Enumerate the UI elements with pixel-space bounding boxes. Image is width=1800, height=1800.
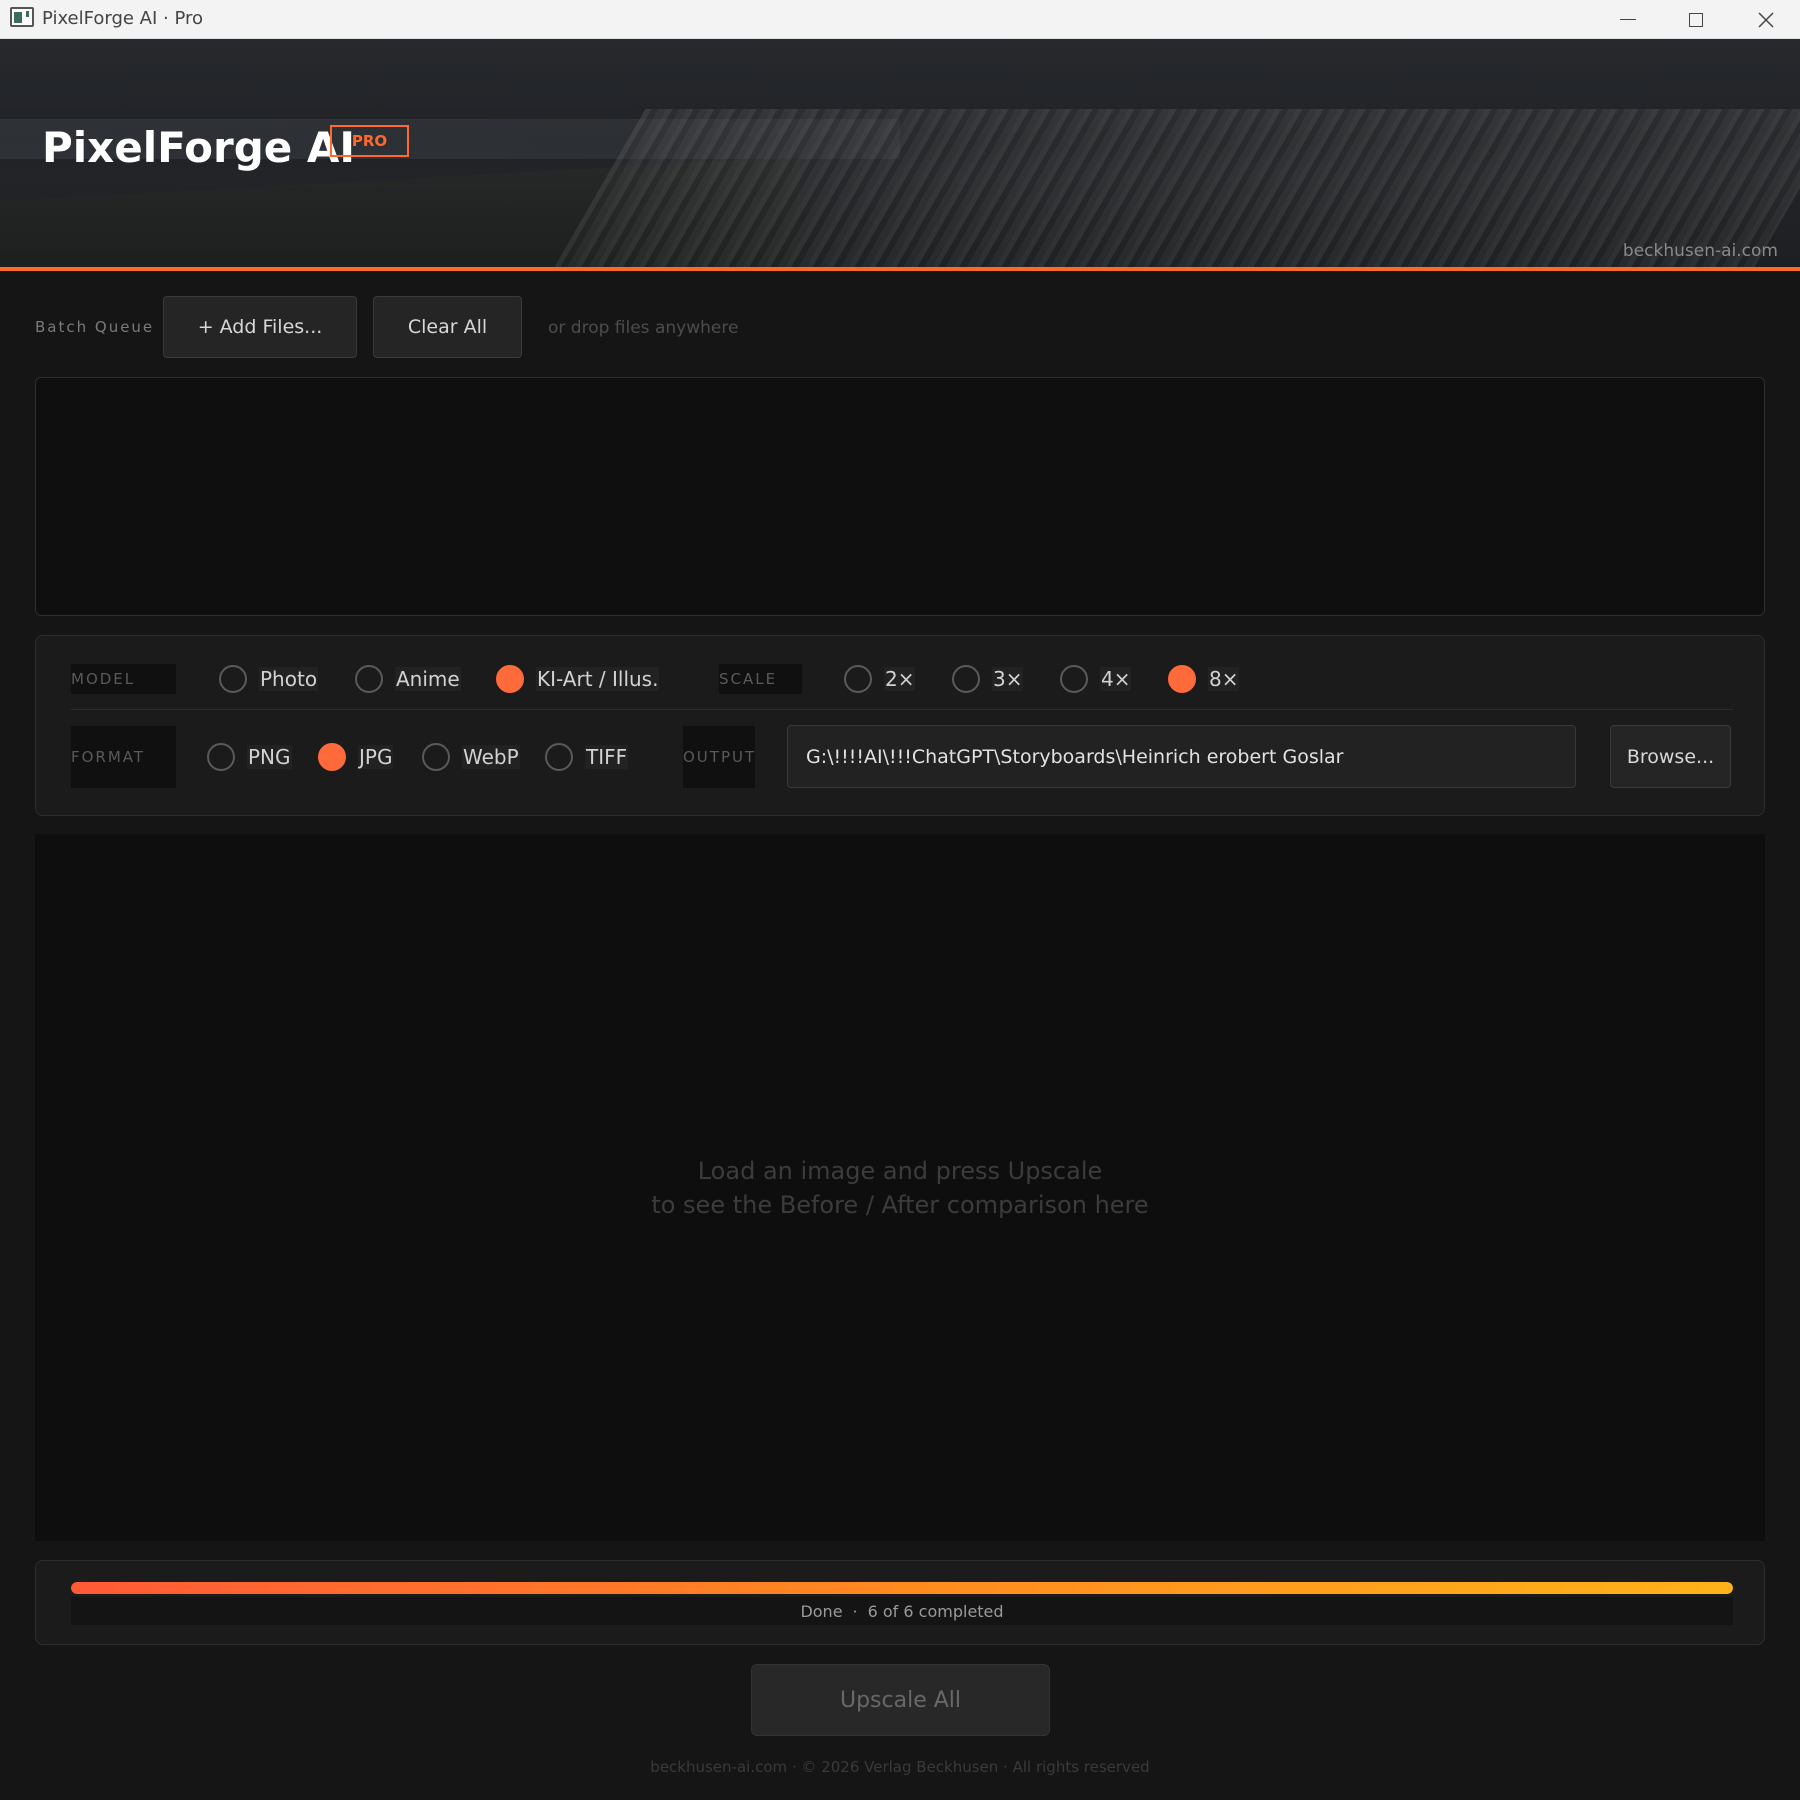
model-radio-ki-art[interactable]: KI-Art / Illus.	[496, 665, 660, 693]
maximize-icon	[1689, 12, 1703, 27]
scale-label: SCALE	[719, 664, 802, 694]
scale-radio-2x[interactable]: 2×	[844, 665, 916, 693]
settings-divider	[71, 709, 1733, 710]
format-radio-png[interactable]: PNG	[207, 743, 292, 771]
add-files-button[interactable]: + Add Files...	[163, 296, 357, 358]
radio-indicator	[1168, 665, 1196, 693]
batch-queue-label: Batch Queue	[35, 318, 155, 336]
browse-button[interactable]: Browse...	[1610, 725, 1731, 788]
app-icon	[10, 7, 34, 27]
model-option-label: KI-Art / Illus.	[536, 667, 660, 691]
pro-badge: PRO	[330, 125, 409, 157]
progress-bar	[71, 1582, 1733, 1594]
model-radio-photo[interactable]: Photo	[219, 665, 319, 693]
clear-all-button[interactable]: Clear All	[373, 296, 522, 358]
header-banner: PixelForge AI PRO beckhusen-ai.com	[0, 39, 1800, 267]
model-label: MODEL	[71, 664, 176, 694]
format-radio-webp[interactable]: WebP	[422, 743, 520, 771]
format-option-label: JPG	[358, 745, 394, 769]
radio-indicator	[844, 665, 872, 693]
settings-panel: MODEL Photo Anime KI-Art / Illus. SCALE …	[35, 635, 1765, 816]
status-text: Done	[800, 1601, 843, 1621]
title-bar: PixelForge AI · Pro	[0, 0, 1800, 39]
radio-indicator	[545, 743, 573, 771]
progress-status: Done · 6 of 6 completed	[71, 1597, 1733, 1625]
close-icon	[1758, 11, 1774, 28]
radio-indicator	[355, 665, 383, 693]
scale-option-label: 3×	[992, 667, 1024, 691]
maximize-button[interactable]	[1662, 0, 1730, 39]
format-radio-tiff[interactable]: TIFF	[545, 743, 629, 771]
format-label: FORMAT	[71, 726, 176, 788]
radio-indicator	[318, 743, 346, 771]
preview-hint-line-2: to see the Before / After comparison her…	[651, 1191, 1149, 1219]
minimize-button[interactable]	[1594, 0, 1662, 39]
status-separator: ·	[852, 1601, 858, 1621]
progress-panel: Done · 6 of 6 completed	[35, 1560, 1765, 1645]
format-radio-jpg[interactable]: JPG	[318, 743, 394, 771]
app-window: PixelForge AI · Pro PixelForge AI PRO be…	[0, 0, 1800, 1800]
before-after-preview[interactable]: Load an image and press Upscale to see t…	[35, 834, 1765, 1541]
output-label: OUTPUT	[683, 726, 755, 788]
drop-hint: or drop files anywhere	[548, 318, 739, 338]
footer-text: beckhusen-ai.com · © 2026 Verlag Beckhus…	[650, 1758, 1150, 1776]
minimize-icon	[1620, 19, 1636, 20]
scale-option-label: 4×	[1100, 667, 1132, 691]
radio-indicator	[207, 743, 235, 771]
radio-indicator	[496, 665, 524, 693]
output-path-field[interactable]: G:\!!!!AI\!!!ChatGPT\Storyboards\Heinric…	[787, 725, 1576, 788]
scale-option-label: 2×	[884, 667, 916, 691]
radio-indicator	[422, 743, 450, 771]
progress-bar-fill	[71, 1582, 1733, 1594]
preview-hint: Load an image and press Upscale to see t…	[35, 1154, 1765, 1222]
banner-image-city	[554, 109, 1800, 267]
format-option-label: PNG	[247, 745, 292, 769]
batch-queue-list[interactable]	[35, 377, 1765, 616]
app-brand-title: PixelForge AI	[42, 123, 356, 172]
radio-indicator	[219, 665, 247, 693]
upscale-all-button[interactable]: Upscale All	[751, 1664, 1050, 1736]
model-option-label: Anime	[395, 667, 461, 691]
header-accent-line	[0, 267, 1800, 271]
preview-hint-line-1: Load an image and press Upscale	[697, 1157, 1103, 1185]
scale-option-label: 8×	[1208, 667, 1240, 691]
window-title: PixelForge AI · Pro	[42, 8, 204, 29]
scale-radio-3x[interactable]: 3×	[952, 665, 1024, 693]
close-button[interactable]	[1732, 0, 1800, 39]
status-detail: 6 of 6 completed	[867, 1601, 1004, 1621]
radio-indicator	[952, 665, 980, 693]
format-option-label: WebP	[462, 745, 520, 769]
model-option-label: Photo	[259, 667, 319, 691]
scale-radio-4x[interactable]: 4×	[1060, 665, 1132, 693]
format-option-label: TIFF	[585, 745, 629, 769]
radio-indicator	[1060, 665, 1088, 693]
model-radio-anime[interactable]: Anime	[355, 665, 461, 693]
scale-radio-8x[interactable]: 8×	[1168, 665, 1240, 693]
header-site-link: beckhusen-ai.com	[1622, 241, 1778, 261]
